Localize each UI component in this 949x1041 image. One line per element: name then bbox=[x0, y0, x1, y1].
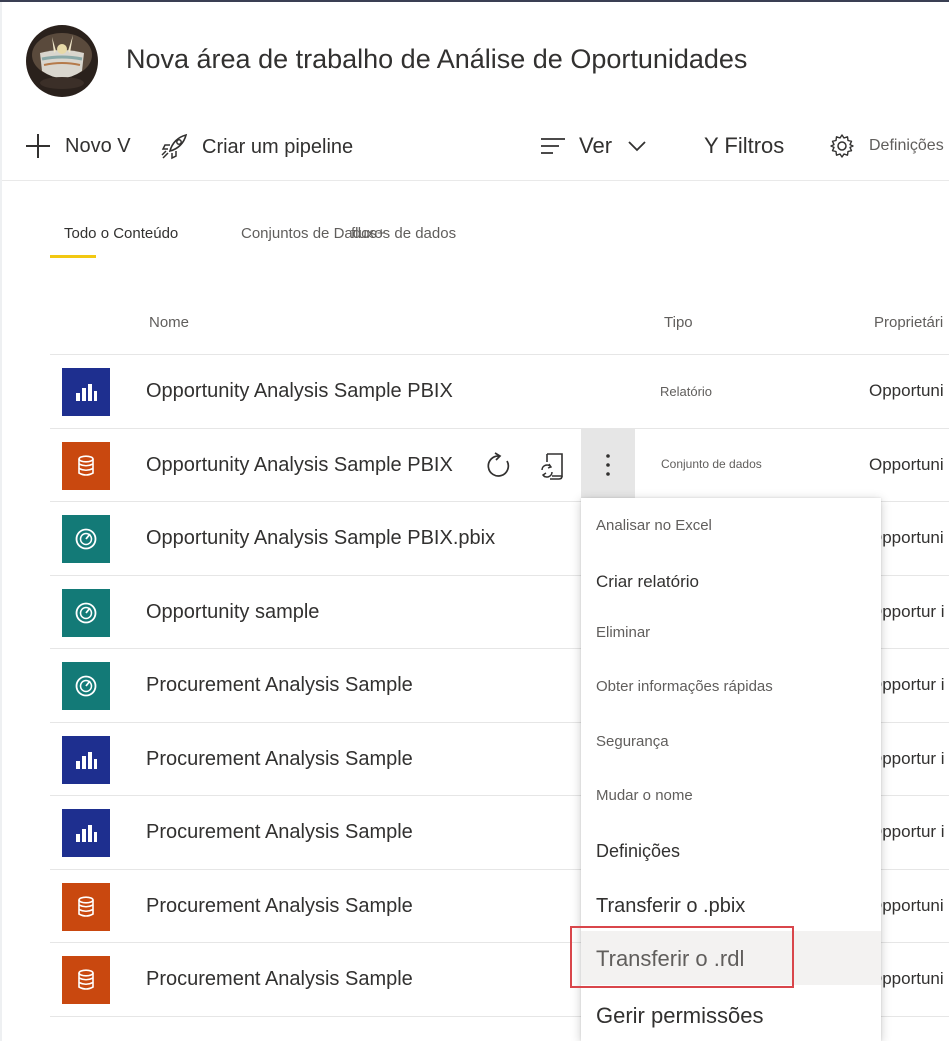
item-type: Relatório bbox=[660, 384, 713, 399]
dashboard-icon bbox=[62, 662, 110, 710]
rocket-icon bbox=[161, 133, 188, 160]
item-owner: Opportuni bbox=[869, 455, 944, 474]
menu-item-analyze-in-excel[interactable]: Analisar no Excel bbox=[581, 498, 881, 552]
menu-item-rename[interactable]: Mudar o nome bbox=[581, 768, 881, 822]
dashboard-icon bbox=[62, 589, 110, 637]
highlight-callout-box bbox=[570, 926, 794, 988]
menu-item-label: Transferir o .pbix bbox=[596, 895, 746, 917]
view-dropdown[interactable]: Ver bbox=[540, 133, 646, 159]
settings-button[interactable]: Definições bbox=[829, 133, 944, 159]
table-row[interactable]: Opportunity Analysis Sample PBIX Relatór… bbox=[50, 355, 949, 428]
item-name[interactable]: Procurement Analysis Sample bbox=[146, 968, 413, 991]
create-pipeline-button[interactable]: Criar um pipeline bbox=[160, 133, 353, 161]
item-name[interactable]: Opportunity sample bbox=[146, 601, 319, 624]
menu-item-label: Obter informações rápidas bbox=[596, 678, 773, 695]
report-icon bbox=[62, 809, 110, 857]
more-options-button[interactable] bbox=[581, 429, 635, 501]
item-name[interactable]: Opportunity Analysis Sample PBIX bbox=[146, 380, 453, 403]
active-tab-indicator bbox=[50, 255, 96, 258]
menu-item-manage-permissions[interactable]: Gerir permissões bbox=[581, 988, 881, 1041]
refresh-icon[interactable] bbox=[485, 452, 513, 485]
dataset-icon bbox=[62, 883, 110, 931]
dataset-icon bbox=[62, 956, 110, 1004]
dataset-icon bbox=[62, 442, 110, 490]
workspace-title: Nova área de trabalho de Análise de Opor… bbox=[126, 44, 748, 74]
menu-item-label: Mudar o nome bbox=[596, 787, 693, 804]
workspace-avatar bbox=[26, 25, 98, 97]
filters-label: Y Filtros bbox=[704, 133, 785, 158]
column-header-type[interactable]: Tipo bbox=[664, 314, 693, 331]
menu-item-label: Analisar no Excel bbox=[596, 517, 712, 534]
left-edge bbox=[0, 2, 2, 1041]
item-name[interactable]: Procurement Analysis Sample bbox=[146, 821, 413, 844]
report-icon bbox=[62, 736, 110, 784]
menu-item-create-report[interactable]: Criar relatório bbox=[581, 554, 881, 608]
menu-item-quick-insights[interactable]: Obter informações rápidas bbox=[581, 660, 881, 714]
dashboard-icon bbox=[62, 515, 110, 563]
chevron-down-icon bbox=[628, 141, 646, 152]
top-border bbox=[0, 0, 949, 2]
item-name[interactable]: Procurement Analysis Sample bbox=[146, 748, 413, 771]
lines-icon bbox=[541, 138, 565, 154]
new-button[interactable]: Novo V bbox=[25, 133, 131, 159]
item-name[interactable]: Procurement Analysis Sample bbox=[146, 674, 413, 697]
header-divider bbox=[2, 180, 949, 181]
menu-item-delete[interactable]: Eliminar bbox=[581, 606, 881, 660]
filters-button[interactable]: Y Filtros bbox=[704, 133, 784, 159]
view-label: Ver bbox=[579, 133, 613, 158]
item-name[interactable]: Procurement Analysis Sample bbox=[146, 895, 413, 918]
tab-all-content[interactable]: Todo o Conteúdo bbox=[64, 225, 178, 242]
menu-item-security[interactable]: Segurança bbox=[581, 714, 881, 768]
item-owner: Opportuni bbox=[869, 381, 944, 400]
menu-item-label: Definições bbox=[596, 841, 681, 861]
menu-item-settings[interactable]: Definições bbox=[581, 823, 881, 877]
menu-item-download-pbix[interactable]: Transferir o .pbix bbox=[581, 878, 881, 932]
report-icon bbox=[62, 368, 110, 416]
menu-item-label: Eliminar bbox=[596, 624, 651, 641]
table-row[interactable]: Opportunity Analysis Sample PBIX Conjunt… bbox=[50, 429, 949, 502]
create-report-icon[interactable] bbox=[540, 452, 566, 485]
create-pipeline-label: Criar um pipeline bbox=[202, 135, 354, 158]
item-name[interactable]: Opportunity Analysis Sample PBIX bbox=[146, 454, 453, 477]
item-name[interactable]: Opportunity Analysis Sample PBIX.pbix bbox=[146, 527, 495, 550]
column-header-name[interactable]: Nome bbox=[149, 314, 189, 331]
plus-icon bbox=[26, 134, 50, 158]
more-vertical-icon bbox=[606, 454, 610, 476]
gear-icon bbox=[830, 134, 854, 158]
column-header-owner[interactable]: Proprietári bbox=[874, 314, 943, 331]
item-type: Conjunto de dados bbox=[661, 457, 762, 471]
menu-item-label: Gerir permissões bbox=[596, 1003, 764, 1028]
menu-item-label: Segurança bbox=[596, 733, 669, 750]
menu-item-label: Criar relatório bbox=[596, 572, 699, 591]
tab-dataflows[interactable]: fluxos de dados bbox=[351, 225, 456, 242]
new-button-label: Novo V bbox=[65, 134, 131, 157]
settings-label: Definições bbox=[869, 137, 944, 154]
